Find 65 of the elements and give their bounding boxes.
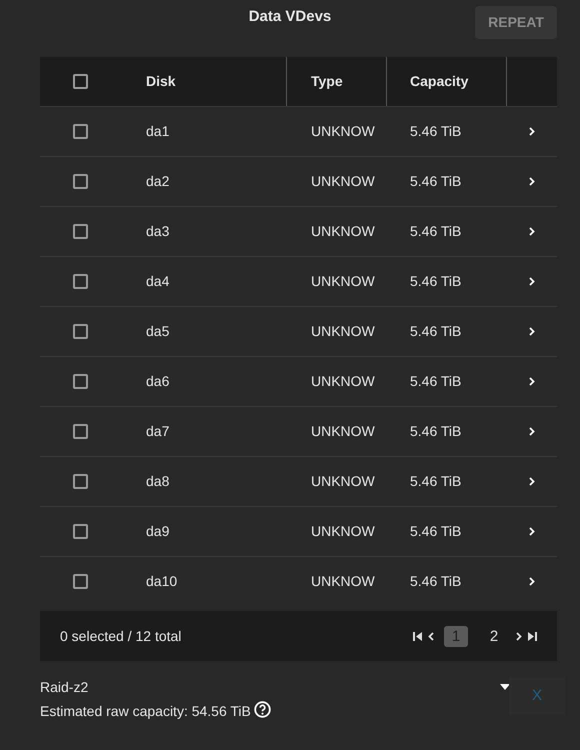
last-page-icon[interactable] xyxy=(528,632,537,640)
layout-select[interactable]: Raid-z2 xyxy=(40,673,510,701)
table-cell: da10 xyxy=(146,573,178,589)
table-cell: UNKNOW xyxy=(311,223,375,239)
table-cell: UNKNOW xyxy=(311,523,375,539)
table-cell: UNKNOW xyxy=(311,123,375,139)
chevron-right-icon[interactable] xyxy=(529,527,535,536)
next-page-icon[interactable] xyxy=(516,632,522,640)
column-header[interactable]: Type xyxy=(311,71,343,92)
checkbox[interactable] xyxy=(72,474,88,489)
table-cell: da9 xyxy=(146,523,170,539)
table-cell: UNKNOW xyxy=(311,273,375,289)
table-cell: da1 xyxy=(146,123,170,139)
dialog-title: Data VDevs xyxy=(248,7,332,27)
table-cell: 5.46 TiB xyxy=(410,173,462,189)
chevron-right-icon[interactable] xyxy=(529,427,535,436)
chevron-right-icon[interactable] xyxy=(529,277,535,286)
help-icon[interactable] xyxy=(254,701,272,718)
table-cell: da4 xyxy=(146,273,170,289)
table-cell: da6 xyxy=(146,373,170,389)
table-cell: 5.46 TiB xyxy=(410,123,462,139)
table-cell: da8 xyxy=(146,473,170,489)
table-cell: da7 xyxy=(146,423,170,439)
table-cell: 5.46 TiB xyxy=(410,273,462,289)
chevron-right-icon[interactable] xyxy=(529,477,535,486)
previous-page-icon[interactable] xyxy=(428,632,434,640)
column-header[interactable]: Disk xyxy=(146,71,176,92)
checkbox[interactable] xyxy=(72,174,88,189)
table-cell: UNKNOW xyxy=(311,423,375,439)
table-cell: UNKNOW xyxy=(311,573,375,589)
table-cell: 5.46 TiB xyxy=(410,473,462,489)
checkbox[interactable] xyxy=(72,524,88,539)
table-cell: 5.46 TiB xyxy=(410,323,462,339)
chevron-right-icon[interactable] xyxy=(529,177,535,186)
table-cell: UNKNOW xyxy=(311,373,375,389)
selection-summary: 0 selected / 12 total xyxy=(60,626,182,646)
first-page-icon[interactable] xyxy=(413,632,422,640)
checkbox[interactable] xyxy=(72,324,88,339)
checkbox[interactable] xyxy=(72,574,88,589)
checkbox[interactable] xyxy=(72,424,88,439)
chevron-right-icon[interactable] xyxy=(529,127,535,136)
table-cell: da2 xyxy=(146,173,170,189)
chevron-right-icon[interactable] xyxy=(529,577,535,586)
chevron-right-icon[interactable] xyxy=(529,227,535,236)
table-cell: 5.46 TiB xyxy=(410,423,462,439)
table-cell: 5.46 TiB xyxy=(410,373,462,389)
table-cell: 5.46 TiB xyxy=(410,223,462,239)
checkbox[interactable] xyxy=(72,74,88,89)
table-cell: UNKNOW xyxy=(311,323,375,339)
table-cell: UNKNOW xyxy=(311,473,375,489)
checkbox[interactable] xyxy=(72,374,88,389)
chevron-right-icon[interactable] xyxy=(529,327,535,336)
checkbox[interactable] xyxy=(72,274,88,289)
table-cell: 5.46 TiB xyxy=(410,523,462,539)
chevron-right-icon[interactable] xyxy=(529,377,535,386)
dropdown-caret-icon xyxy=(500,684,510,690)
checkbox[interactable] xyxy=(72,124,88,139)
checkbox[interactable] xyxy=(72,224,88,239)
table-cell: UNKNOW xyxy=(311,173,375,189)
table-cell: 5.46 TiB xyxy=(410,573,462,589)
table-cell: da5 xyxy=(146,323,170,339)
page-button[interactable]: 2 xyxy=(482,626,506,646)
capacity-estimate: Estimated raw capacity: 54.56 TiB xyxy=(40,702,251,721)
column-header[interactable]: Capacity xyxy=(410,71,468,92)
table-cell: da3 xyxy=(146,223,170,239)
